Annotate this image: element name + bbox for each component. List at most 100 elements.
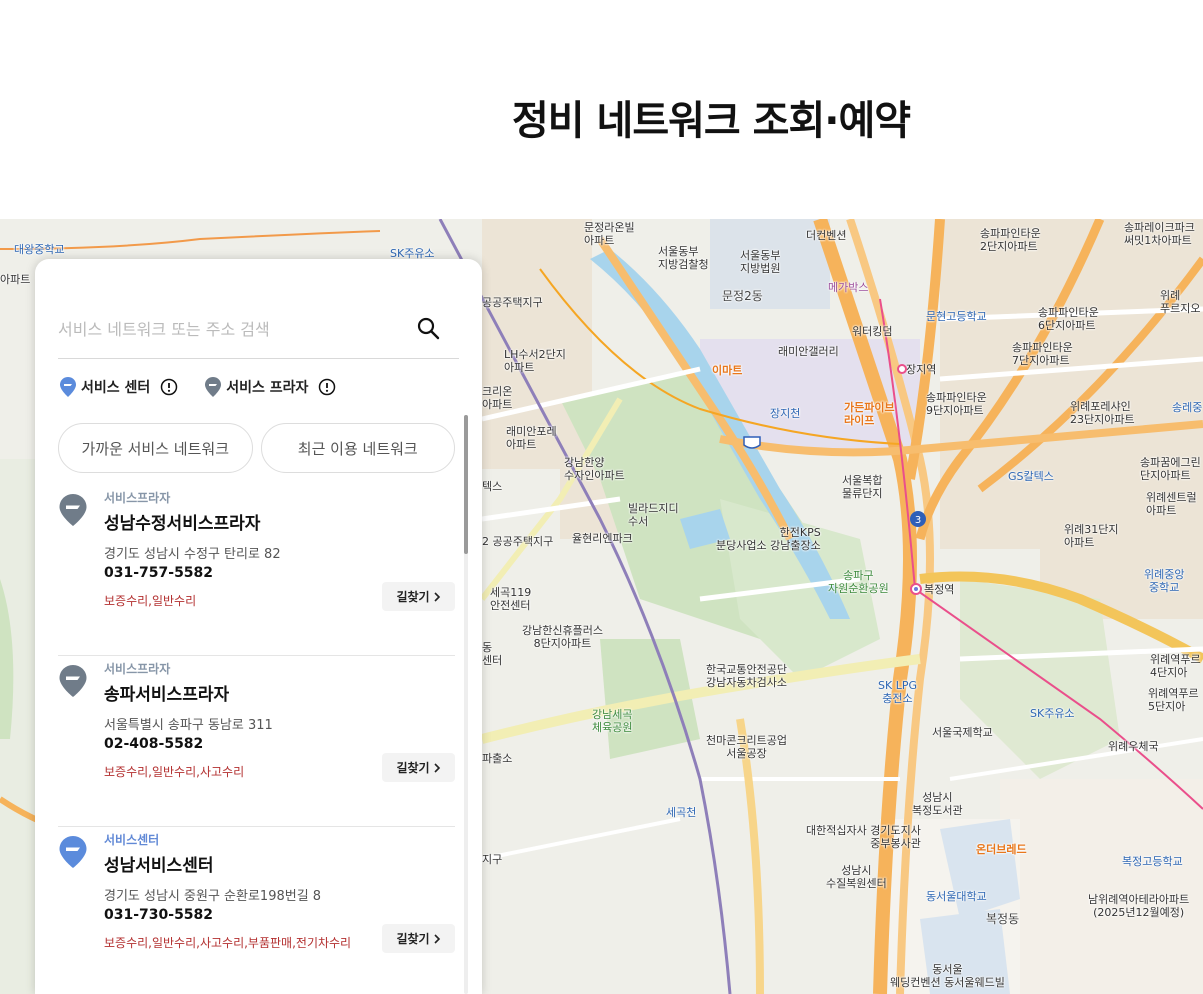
map-label[interactable]: SK주유소 [1030,707,1075,720]
service-plaza-pin-icon [59,494,87,526]
nearby-network-button[interactable]: 가까운 서비스 네트워크 [58,423,253,473]
result-name[interactable]: 성남서비스센터 [104,851,213,876]
map-label[interactable]: 문현고등학교 [926,310,987,323]
map-label[interactable]: 복정역 [924,583,954,596]
map-label[interactable]: 텍스 [482,480,502,493]
map-label[interactable]: 복정동 [986,913,1019,926]
map-label[interactable]: 더컨벤션 [806,229,846,242]
result-services: 보증수리,일반수리 [104,594,197,608]
map-label[interactable]: 서울국제학교 [932,726,993,739]
info-icon[interactable] [318,378,336,396]
map-label[interactable]: 가든파이브 라이프 [844,401,895,427]
service-center-pin-icon [59,836,87,868]
map-label[interactable]: 장지역 [906,363,936,376]
list-item[interactable]: 서비스센터 성남서비스센터 경기도 성남시 중원구 순환로198번길 8 031… [58,827,455,994]
map-label[interactable]: 한국교통안전공단 강남자동차검사소 [706,663,787,689]
map-label[interactable]: 위례포레샤인 23단지아파트 [1070,400,1135,426]
map-label[interactable]: 래미안갤러리 [778,345,839,358]
map-label[interactable]: 대한적십자사 경기도지사 중부봉사관 [806,824,921,850]
map-label[interactable]: 위례중앙 중학교 [1144,568,1184,594]
map-label[interactable]: 한전KPS 분당사업소 강남출장소 [716,526,821,552]
map-label[interactable]: 송파구 자원순환공원 [828,569,889,595]
results-scrollbar[interactable] [464,415,468,994]
map-label[interactable]: 송파파인타운 7단지아파트 [1012,341,1073,367]
map-label[interactable]: 복정고등학교 [1122,855,1183,868]
map-label[interactable]: 빌라드지디 수서 [628,502,679,528]
scrollbar-thumb[interactable] [464,415,468,554]
result-name[interactable]: 성남수정서비스프라자 [104,509,260,534]
search-button[interactable] [415,315,443,343]
directions-label: 길찾기 [396,590,430,604]
map-label[interactable]: 동서울 웨딩컨벤션 동서울웨드빌 [890,963,1005,989]
legend-label: 서비스 센터 [81,380,151,396]
map-label[interactable]: 성남시 수질복원센터 [826,864,887,890]
map-label[interactable]: 이마트 [712,364,742,377]
map-label[interactable]: 문정라온빌 아파트 [584,221,635,247]
map-label[interactable]: 송파파인타운 9단지아파트 [926,391,987,417]
directions-button[interactable]: 길찾기 [382,753,455,782]
map-label[interactable]: 크리온 아파트 [482,385,512,411]
map-label[interactable]: 강남한신휴플러스 8단지아파트 [522,624,603,650]
map-label[interactable]: 위례센트럴 아파트 [1146,491,1197,517]
directions-button[interactable]: 길찾기 [382,924,455,953]
map-label[interactable]: 강남세곡 체육공원 [592,708,632,734]
map-label[interactable]: 위례역푸르 5단지아 [1148,687,1199,713]
map-label[interactable]: 위례우체국 [1108,740,1159,753]
map-label[interactable]: GS칼텍스 [1008,470,1054,483]
map-label[interactable]: 송파꿈에그린 단지아파트 [1140,456,1201,482]
map-label[interactable]: 동서울대학교 [926,890,987,903]
result-type: 서비스프라자 [104,491,171,505]
legend: 서비스 센터 서비스 프라자 [59,375,356,399]
result-services: 보증수리,일반수리,사고수리,부품판매,전기차수리 [104,936,352,950]
info-icon[interactable] [160,378,178,396]
map-label[interactable]: 위례역푸르 4단지아 [1150,653,1201,679]
network-filter-tabs: 가까운 서비스 네트워크 최근 이용 네트워크 [58,423,455,473]
map-label[interactable]: 위례 푸르지오 [1160,289,1200,315]
result-name[interactable]: 송파서비스프라자 [104,680,229,705]
map-label[interactable]: 세곡천 [666,806,696,819]
map-label[interactable]: SK LPG 충전소 [878,679,917,705]
map-label[interactable]: 송파레이크파크 써밋1차아파트 [1124,221,1195,247]
map-label[interactable]: 문정2동 [722,290,763,303]
map-label[interactable]: 메가박스 [828,281,868,294]
map-label[interactable]: 온더브레드 [976,843,1027,856]
map-label[interactable]: 강남한양 수자인아파트 [564,456,625,482]
map-label[interactable]: 공공주택지구 [482,296,543,309]
list-item[interactable]: 서비스프라자 송파서비스프라자 서울특별시 송파구 동남로 311 02-408… [58,656,455,827]
map-label[interactable]: 2 공공주택지구 [482,535,553,548]
map-label[interactable]: 송레중 [1172,401,1202,414]
map-label[interactable]: 서울동부 지방검찰청 [658,245,709,271]
map-label[interactable]: 장지천 [770,407,800,420]
map-label[interactable]: 성남시 복정도서관 [912,791,963,817]
search-input[interactable] [58,315,398,343]
map-label[interactable]: 동 센터 [482,641,502,667]
recent-network-button[interactable]: 최근 이용 네트워크 [260,423,455,473]
map-label[interactable]: 천마콘크리트공업 서울공장 [706,734,787,760]
map-label[interactable]: 남위례역아테라아파트 (2025년12월예정) [1088,893,1189,919]
map-label[interactable]: 송파파인타운 2단지아파트 [980,227,1041,253]
map-label[interactable]: 래미안포레 아파트 [506,425,557,451]
map-label[interactable]: 워터킹덤 [852,325,892,338]
directions-button[interactable]: 길찾기 [382,582,455,611]
result-address: 경기도 성남시 수정구 탄리로 82 [104,547,281,562]
page-title: 정비 네트워크 조회·예약 [512,98,911,144]
list-item[interactable]: 서비스프라자 성남수정서비스프라자 경기도 성남시 수정구 탄리로 82 031… [58,485,455,656]
map-label[interactable]: 파출소 [482,752,512,765]
map-label[interactable]: LH수서2단지 아파트 [504,348,566,374]
map-label[interactable]: 아파트 [0,273,30,286]
result-address: 서울특별시 송파구 동남로 311 [104,718,273,733]
map-label[interactable]: 율현리엔파크 [572,532,633,545]
legend-service-plaza: 서비스 프라자 [204,376,336,398]
map-label[interactable]: 서울복합 물류단지 [842,474,882,500]
map-label[interactable]: 서울동부 지방법원 [740,249,780,275]
map-label[interactable]: 위례31단지 아파트 [1064,523,1118,549]
result-type: 서비스프라자 [104,662,171,676]
result-phone: 031-730-5582 [104,907,214,923]
map-label[interactable]: 대왕중학교 [14,243,65,256]
map-label[interactable]: 송파파인타운 6단지아파트 [1038,306,1099,332]
station-marker-bokjeong[interactable] [909,582,923,596]
map-label[interactable]: 지구 [482,853,502,866]
legend-service-center: 서비스 센터 [59,376,178,398]
station-marker-jangji[interactable] [896,363,908,375]
map-label[interactable]: 세곡119 안전센터 [490,586,531,612]
